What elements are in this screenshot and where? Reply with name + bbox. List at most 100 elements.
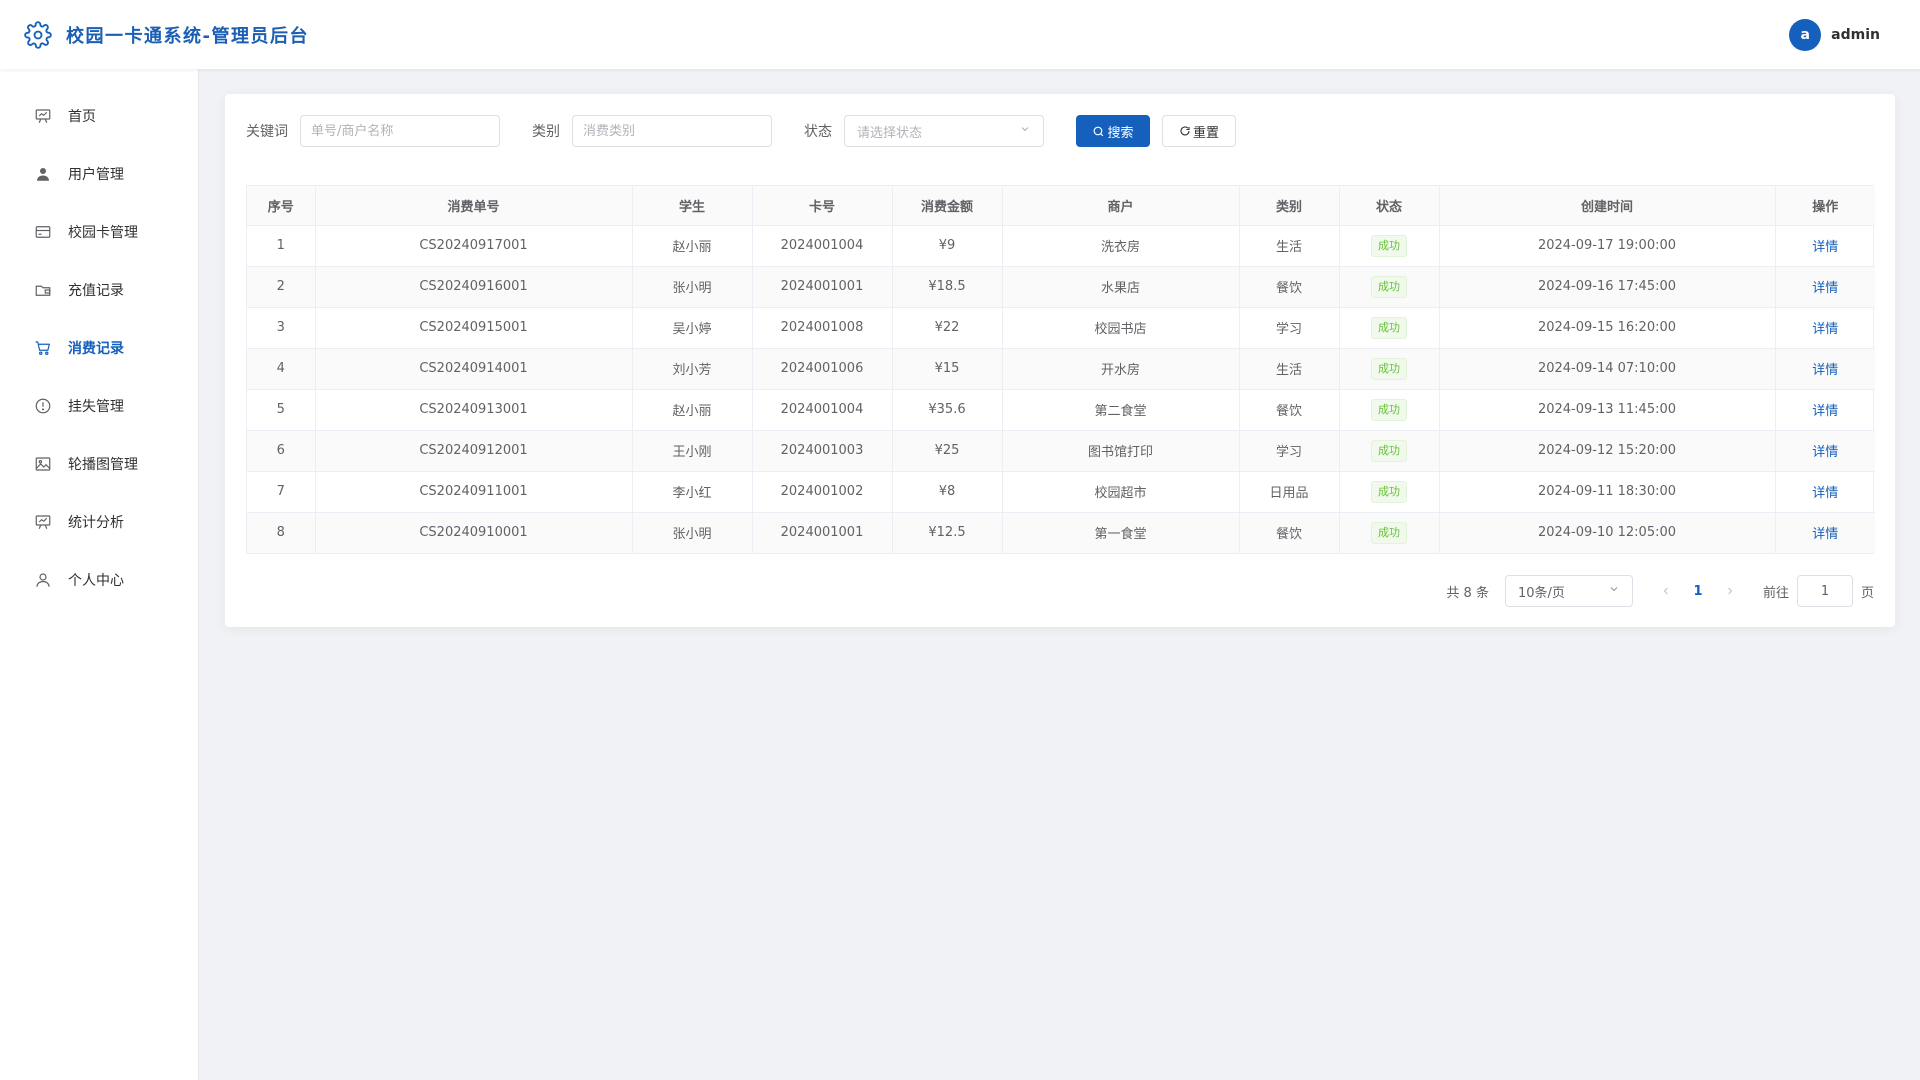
cell-created-time: 2024-09-14 07:10:00 [1439, 348, 1776, 390]
username[interactable]: admin [1831, 27, 1880, 43]
sidebar-item-users[interactable]: 用户管理 [0, 145, 198, 203]
user-icon [34, 165, 52, 183]
cell-category: 生活 [1239, 225, 1340, 267]
sidebar-item-recharge[interactable]: 充值记录 [0, 261, 198, 319]
cell-amount: ¥12.5 [892, 512, 1003, 553]
detail-link[interactable]: 详情 [1812, 240, 1838, 255]
avatar[interactable]: a [1789, 18, 1822, 51]
detail-link[interactable]: 详情 [1812, 281, 1838, 296]
cell-student-name: 张小明 [632, 512, 753, 553]
table-row: 4 CS20240914001 刘小芳 2024001006 ¥15 开水房 生活 成功 202… [247, 348, 1875, 390]
cell-student-name: 李小红 [632, 471, 753, 513]
cell-order-number: CS20240911001 [315, 471, 633, 513]
column-header: 创建时间 [1439, 186, 1776, 226]
cell-card-number: 2024001006 [752, 348, 893, 390]
table-row: 8 CS20240910001 张小明 2024001001 ¥12.5 第一食堂 餐饮 成功… [247, 512, 1875, 553]
detail-link[interactable]: 详情 [1812, 404, 1838, 419]
picture-icon [34, 455, 52, 473]
reset-button[interactable]: 重置 [1162, 115, 1236, 147]
cell-amount: ¥22 [892, 307, 1003, 349]
cell-created-time: 2024-09-17 19:00:00 [1439, 225, 1776, 267]
cell-status: 成功 [1339, 348, 1440, 390]
sidebar-item-banner[interactable]: 轮播图管理 [0, 435, 198, 493]
cell-merchant: 图书馆打印 [1002, 430, 1240, 472]
sidebar-item-label: 统计分析 [68, 515, 124, 531]
sidebar-item-label: 充值记录 [68, 283, 124, 299]
sidebar-item-profile[interactable]: 个人中心 [0, 551, 198, 609]
cell-category: 学习 [1239, 307, 1340, 349]
cell-action: 详情 [1775, 471, 1875, 513]
search-bar: 关键词 类别 状态 请选择状态 搜索 重置 [246, 115, 1236, 147]
cell-row-index: 8 [247, 512, 316, 553]
user-menu[interactable]: a admin [1789, 18, 1880, 51]
status-select-placeholder: 请选择状态 [857, 125, 923, 141]
cell-category: 餐饮 [1239, 389, 1340, 431]
brand: 校园一卡通系统-管理员后台 [24, 20, 309, 49]
cell-status: 成功 [1339, 471, 1440, 513]
chevron-right-icon [1728, 587, 1733, 595]
gear-icon [24, 20, 52, 49]
cell-action: 详情 [1775, 348, 1875, 390]
sidebar-item-cards[interactable]: 校园卡管理 [0, 203, 198, 261]
cell-merchant: 开水房 [1002, 348, 1240, 390]
goto-page-input[interactable] [1796, 575, 1853, 607]
cell-merchant: 第一食堂 [1002, 512, 1240, 553]
cell-category: 餐饮 [1239, 266, 1340, 308]
sidebar-item-label: 校园卡管理 [68, 225, 138, 241]
cell-student-name: 赵小丽 [632, 225, 753, 267]
sidebar-item-home[interactable]: 首页 [0, 87, 198, 145]
cell-status: 成功 [1339, 307, 1440, 349]
detail-link[interactable]: 详情 [1812, 322, 1838, 337]
cell-created-time: 2024-09-15 16:20:00 [1439, 307, 1776, 349]
user-outline-icon [34, 571, 52, 589]
status-badge: 成功 [1371, 398, 1407, 421]
prev-page-button[interactable] [1655, 585, 1677, 597]
cell-category: 餐饮 [1239, 512, 1340, 553]
sidebar-item-consumption[interactable]: 消费记录 [0, 319, 198, 377]
sidebar-item-statistics[interactable]: 统计分析 [0, 493, 198, 551]
page-size-select[interactable]: 10条/页 [1504, 575, 1633, 607]
cell-amount: ¥15 [892, 348, 1003, 390]
cell-card-number: 2024001004 [752, 225, 893, 267]
cell-status: 成功 [1339, 266, 1440, 308]
status-badge: 成功 [1371, 521, 1407, 544]
main-card: 关键词 类别 状态 请选择状态 搜索 重置 [225, 94, 1895, 627]
status-badge: 成功 [1371, 439, 1407, 462]
column-header: 消费金额 [892, 186, 1003, 226]
next-page-button[interactable] [1719, 585, 1741, 597]
detail-link[interactable]: 详情 [1812, 445, 1838, 460]
cell-row-index: 3 [247, 307, 316, 349]
status-label: 状态 [804, 124, 832, 140]
page-number[interactable]: 1 [1677, 584, 1719, 599]
status-badge: 成功 [1371, 357, 1407, 380]
cell-row-index: 6 [247, 430, 316, 472]
cell-merchant: 校园书店 [1002, 307, 1240, 349]
cell-created-time: 2024-09-10 12:05:00 [1439, 512, 1776, 553]
cell-action: 详情 [1775, 430, 1875, 472]
sidebar: 首页 用户管理 校园卡管理 充值记录 消费记录 挂失管理 轮播图管理 统计分析 … [0, 69, 199, 1080]
cell-student-name: 吴小婷 [632, 307, 753, 349]
detail-link[interactable]: 详情 [1812, 527, 1838, 542]
detail-link[interactable]: 详情 [1812, 486, 1838, 501]
column-header: 序号 [247, 186, 316, 226]
detail-link[interactable]: 详情 [1812, 363, 1838, 378]
cell-student-name: 赵小丽 [632, 389, 753, 431]
cell-status: 成功 [1339, 430, 1440, 472]
column-header: 状态 [1339, 186, 1440, 226]
cell-created-time: 2024-09-11 18:30:00 [1439, 471, 1776, 513]
category-input[interactable] [572, 115, 772, 147]
keyword-input[interactable] [300, 115, 500, 147]
cell-amount: ¥35.6 [892, 389, 1003, 431]
status-badge: 成功 [1371, 275, 1407, 298]
cell-category: 学习 [1239, 430, 1340, 472]
cell-action: 详情 [1775, 266, 1875, 308]
cell-order-number: CS20240915001 [315, 307, 633, 349]
table-row: 2 CS20240916001 张小明 2024001001 ¥18.5 水果店 餐饮 成功 2… [247, 266, 1875, 308]
status-select[interactable]: 请选择状态 [844, 115, 1044, 147]
sidebar-item-label: 首页 [68, 109, 96, 125]
search-button[interactable]: 搜索 [1076, 115, 1150, 147]
sidebar-item-loss[interactable]: 挂失管理 [0, 377, 198, 435]
keyword-label: 关键词 [246, 124, 288, 140]
card-icon [34, 223, 52, 241]
cell-action: 详情 [1775, 307, 1875, 349]
